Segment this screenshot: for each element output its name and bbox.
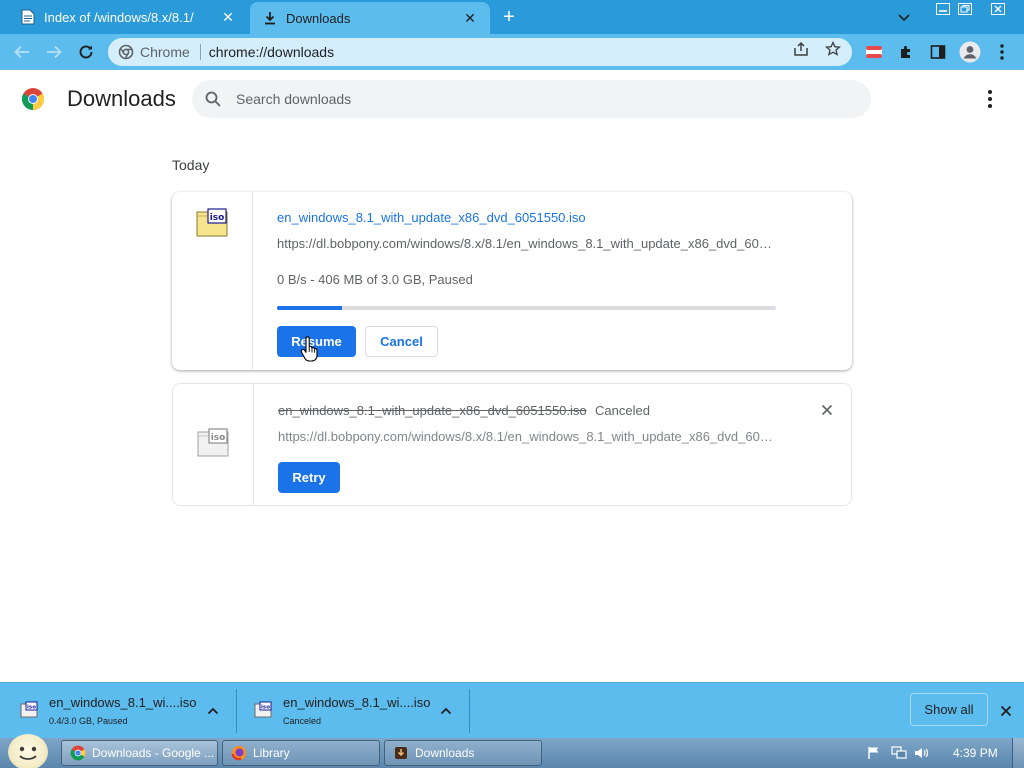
volume-icon[interactable] bbox=[914, 745, 930, 761]
firefox-icon bbox=[231, 746, 246, 761]
svg-text:iso: iso bbox=[211, 433, 226, 443]
taskbar-item-label: Library bbox=[253, 746, 290, 760]
file-icon-column: iso bbox=[173, 384, 254, 505]
omnibox[interactable]: Chrome chrome://downloads bbox=[108, 38, 852, 66]
download-item-canceled: iso en_windows_8.1_with_update_x86_dvd_6… bbox=[172, 383, 852, 506]
cancel-button[interactable]: Cancel bbox=[365, 326, 438, 357]
start-button[interactable] bbox=[8, 734, 48, 768]
more-actions-icon[interactable] bbox=[980, 88, 1000, 110]
iso-file-icon: iso bbox=[20, 701, 38, 718]
action-center-flag-icon[interactable] bbox=[866, 745, 882, 761]
download-progress-bar bbox=[277, 306, 776, 310]
omnibox-divider bbox=[199, 44, 201, 60]
show-all-button[interactable]: Show all bbox=[910, 693, 988, 726]
tab-title: Index of /windows/8.x/8.1/ bbox=[44, 9, 194, 25]
taskbar-item-downloads[interactable]: Downloads bbox=[384, 740, 542, 766]
shelf-item-paused[interactable]: iso en_windows_8.1_wi....iso 0.4/3.0 GB,… bbox=[0, 683, 236, 739]
tab-index-of-windows[interactable]: Index of /windows/8.x/8.1/ ✕ bbox=[8, 0, 248, 34]
network-icon[interactable] bbox=[891, 745, 907, 761]
taskbar-item-library[interactable]: Library bbox=[222, 740, 380, 766]
download-progress-fill bbox=[277, 306, 342, 310]
chevron-up-icon[interactable] bbox=[205, 703, 221, 719]
extensions-puzzle-icon[interactable] bbox=[896, 42, 916, 62]
search-downloads-box[interactable] bbox=[192, 80, 871, 118]
extension-flag-icon[interactable] bbox=[864, 42, 884, 62]
iso-file-icon: iso bbox=[197, 428, 229, 458]
downloads-window-icon bbox=[395, 747, 407, 759]
file-url-link[interactable]: https://dl.bobpony.com/windows/8.x/8.1/e… bbox=[277, 236, 777, 251]
side-panel-icon[interactable] bbox=[928, 42, 948, 62]
chrome-site-chip[interactable]: Chrome bbox=[118, 44, 190, 60]
tab-downloads[interactable]: Downloads ✕ bbox=[250, 2, 490, 34]
browser-toolbar: Chrome chrome://downloads bbox=[0, 34, 1024, 70]
close-shelf-icon[interactable] bbox=[996, 701, 1016, 721]
download-progress-text: 0 B/s - 406 MB of 3.0 GB, Paused bbox=[277, 272, 473, 287]
shelf-item-canceled[interactable]: iso en_windows_8.1_wi....iso Canceled bbox=[234, 683, 470, 739]
chip-label: Chrome bbox=[140, 44, 190, 60]
new-tab-plus-icon[interactable]: + bbox=[498, 6, 520, 28]
download-item-paused: iso en_windows_8.1_with_update_x86_dvd_6… bbox=[172, 192, 852, 370]
downloads-header: Downloads bbox=[0, 70, 1024, 130]
retry-button[interactable]: Retry bbox=[278, 462, 340, 493]
chrome-icon bbox=[70, 745, 86, 761]
chrome-outline-icon bbox=[118, 44, 134, 60]
shelf-file-name: en_windows_8.1_wi....iso bbox=[283, 695, 431, 710]
iso-file-icon: iso bbox=[254, 701, 272, 718]
shelf-file-name: en_windows_8.1_wi....iso bbox=[49, 695, 197, 710]
browser-menu-dots-icon[interactable] bbox=[992, 42, 1012, 62]
file-icon-column: iso bbox=[172, 192, 253, 370]
download-icon bbox=[262, 10, 278, 26]
taskbar-clock[interactable]: 4:39 PM bbox=[953, 746, 998, 760]
search-icon bbox=[205, 91, 221, 107]
hand-cursor-icon bbox=[300, 336, 320, 362]
forward-arrow-icon[interactable] bbox=[42, 40, 66, 64]
file-url-link[interactable]: https://dl.bobpony.com/windows/8.x/8.1/e… bbox=[278, 429, 778, 444]
file-name-link[interactable]: en_windows_8.1_with_update_x86_dvd_60515… bbox=[277, 210, 586, 225]
os-taskbar: Downloads - Google ... Library Downloads… bbox=[0, 734, 1024, 768]
download-shelf: iso en_windows_8.1_wi....iso 0.4/3.0 GB,… bbox=[0, 682, 1024, 738]
tab-close-icon[interactable]: ✕ bbox=[460, 8, 480, 28]
chevron-up-icon[interactable] bbox=[438, 703, 454, 719]
chrome-logo-icon bbox=[21, 87, 45, 111]
tab-search-chevron-icon[interactable] bbox=[894, 8, 914, 28]
tab-title: Downloads bbox=[286, 10, 351, 26]
window-close-icon[interactable] bbox=[982, 1, 1014, 17]
file-name-canceled: en_windows_8.1_with_update_x86_dvd_60515… bbox=[278, 403, 587, 418]
address-url[interactable]: chrome://downloads bbox=[209, 44, 334, 60]
taskbar-item-chrome[interactable]: Downloads - Google ... bbox=[61, 740, 218, 766]
taskbar-item-label: Downloads - Google ... bbox=[92, 746, 215, 760]
shelf-file-status: Canceled bbox=[283, 716, 322, 726]
reload-icon[interactable] bbox=[74, 40, 98, 64]
page-icon bbox=[20, 9, 36, 25]
share-icon[interactable] bbox=[792, 40, 810, 58]
svg-text:iso: iso bbox=[210, 213, 225, 223]
status-badge: Canceled bbox=[595, 403, 650, 418]
page-title: Downloads bbox=[67, 86, 176, 111]
tab-strip: Index of /windows/8.x/8.1/ ✕ Downloads ✕… bbox=[0, 0, 1024, 34]
taskbar-item-label: Downloads bbox=[415, 746, 475, 760]
restore-icon[interactable] bbox=[950, 1, 980, 17]
shelf-divider bbox=[469, 689, 470, 733]
back-arrow-icon[interactable] bbox=[10, 40, 34, 64]
profile-avatar-icon[interactable] bbox=[958, 40, 982, 64]
bookmark-star-icon[interactable] bbox=[824, 40, 842, 58]
show-desktop-button[interactable] bbox=[1012, 738, 1024, 768]
tab-close-icon[interactable]: ✕ bbox=[218, 7, 238, 27]
shelf-file-status: 0.4/3.0 GB, Paused bbox=[49, 716, 128, 726]
iso-file-icon: iso bbox=[196, 208, 228, 238]
svg-text:iso: iso bbox=[261, 705, 270, 711]
search-input[interactable] bbox=[236, 91, 836, 107]
date-header: Today bbox=[172, 157, 210, 173]
svg-text:iso: iso bbox=[27, 705, 36, 711]
remove-from-list-icon[interactable] bbox=[818, 401, 836, 419]
